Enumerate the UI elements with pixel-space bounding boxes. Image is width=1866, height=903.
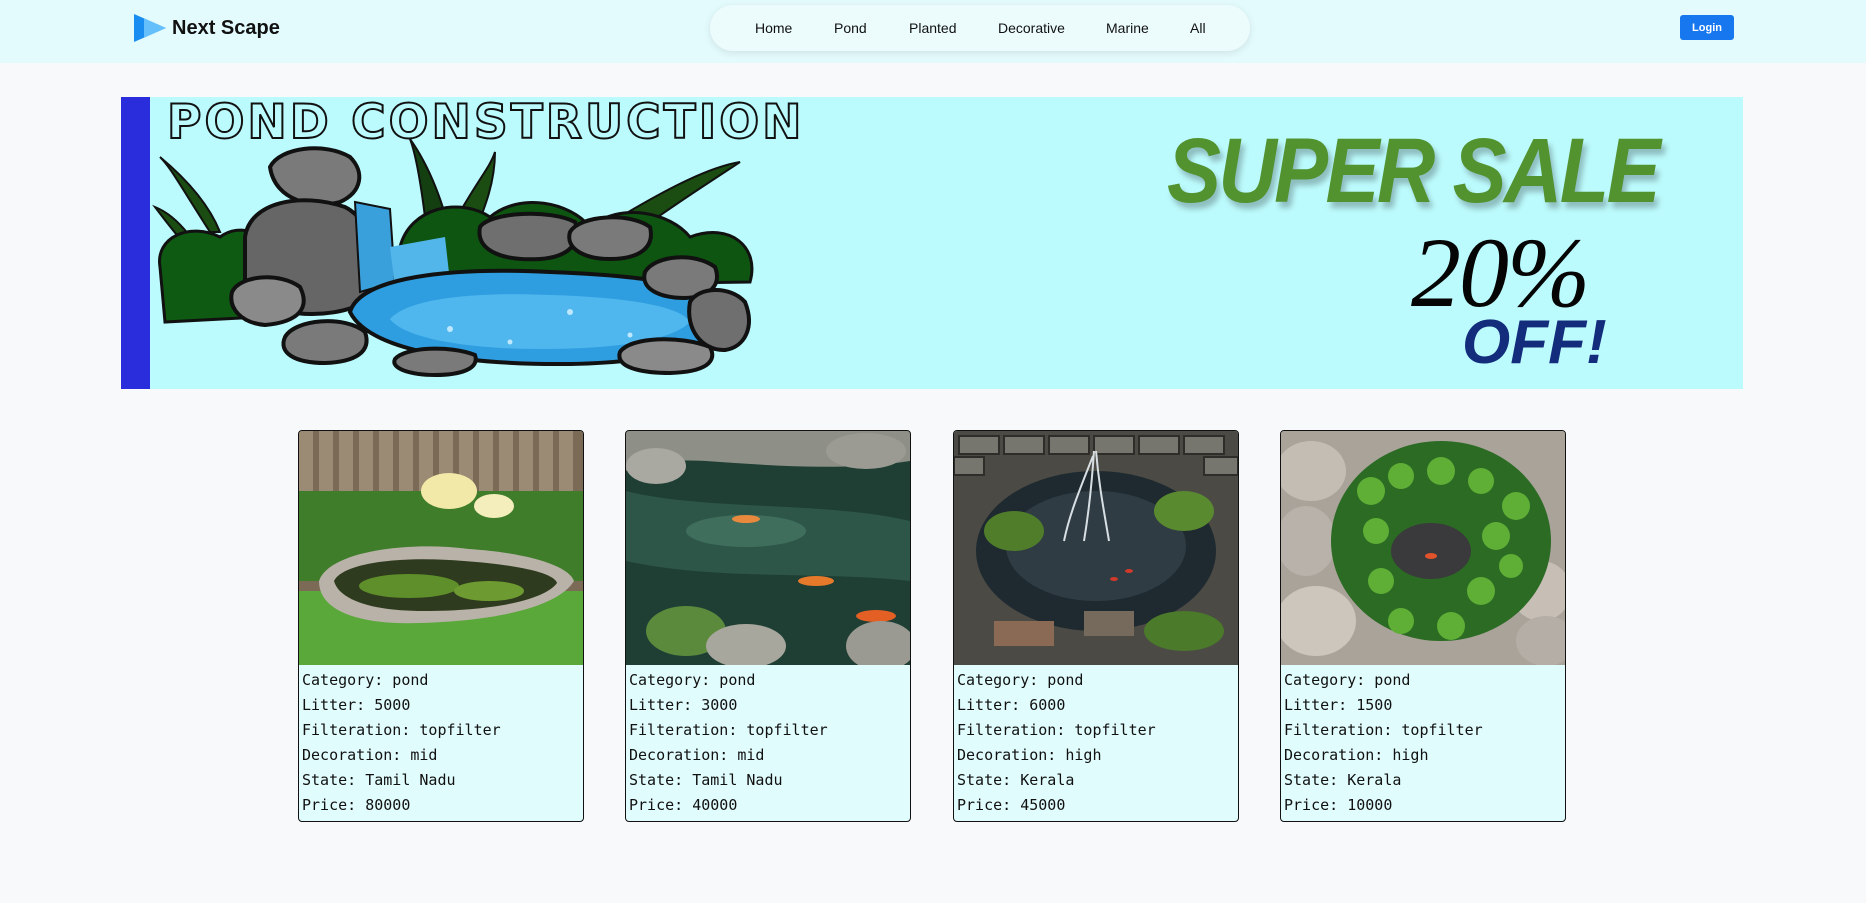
product-card[interactable]: Category: pond Litter: 5000 Filteration:… bbox=[298, 430, 584, 822]
product-price: Price: 10000 bbox=[1284, 796, 1393, 814]
product-info: Category: pond Litter: 3000 Filteration:… bbox=[629, 668, 828, 818]
product-state: State: Tamil Nadu bbox=[629, 771, 783, 789]
product-filtration: Filteration: topfilter bbox=[1284, 721, 1483, 739]
nav-planted[interactable]: Planted bbox=[909, 20, 956, 36]
product-litter: Litter: 6000 bbox=[957, 696, 1066, 714]
product-filtration: Filteration: topfilter bbox=[629, 721, 828, 739]
nav-marine[interactable]: Marine bbox=[1106, 20, 1149, 36]
product-card[interactable]: Category: pond Litter: 3000 Filteration:… bbox=[625, 430, 911, 822]
brand-name: Next Scape bbox=[172, 16, 280, 39]
nav-decorative[interactable]: Decorative bbox=[998, 20, 1065, 36]
product-category: Category: pond bbox=[629, 671, 756, 689]
nav-home[interactable]: Home bbox=[755, 20, 792, 36]
play-triangle-icon bbox=[134, 14, 166, 42]
product-litter: Litter: 3000 bbox=[629, 696, 738, 714]
product-litter: Litter: 5000 bbox=[302, 696, 411, 714]
product-price: Price: 40000 bbox=[629, 796, 738, 814]
product-price: Price: 80000 bbox=[302, 796, 411, 814]
fountain-pond-photo bbox=[954, 431, 1238, 665]
product-decoration: Decoration: mid bbox=[629, 746, 765, 764]
promo-banner[interactable]: POND CONSTRUCTION SUPER SALE 20% OFF! bbox=[121, 97, 1743, 389]
main-nav: Home Pond Planted Decorative Marine All bbox=[710, 5, 1250, 51]
super-sale-text: SUPER SALE bbox=[1167, 120, 1661, 222]
product-card[interactable]: Category: pond Litter: 1500 Filteration:… bbox=[1280, 430, 1566, 822]
banner-stripe bbox=[121, 97, 150, 389]
product-category: Category: pond bbox=[957, 671, 1084, 689]
top-navbar: Next Scape Home Pond Planted Decorative … bbox=[0, 0, 1866, 63]
brand[interactable]: Next Scape bbox=[132, 12, 280, 44]
product-card[interactable]: Category: pond Litter: 6000 Filteration:… bbox=[953, 430, 1239, 822]
product-state: State: Kerala bbox=[1284, 771, 1402, 789]
product-decoration: Decoration: high bbox=[1284, 746, 1429, 764]
nav-pond[interactable]: Pond bbox=[834, 20, 867, 36]
product-price: Price: 45000 bbox=[957, 796, 1066, 814]
product-filtration: Filteration: topfilter bbox=[957, 721, 1156, 739]
product-category: Category: pond bbox=[1284, 671, 1411, 689]
product-info: Category: pond Litter: 6000 Filteration:… bbox=[957, 668, 1156, 818]
plant-pond-photo bbox=[1281, 431, 1565, 665]
product-state: State: Kerala bbox=[957, 771, 1075, 789]
product-state: State: Tamil Nadu bbox=[302, 771, 456, 789]
product-decoration: Decoration: high bbox=[957, 746, 1102, 764]
product-decoration: Decoration: mid bbox=[302, 746, 438, 764]
koi-pond-photo bbox=[626, 431, 910, 665]
garden-pond-photo bbox=[299, 431, 583, 665]
off-text: OFF! bbox=[1462, 308, 1607, 377]
product-info: Category: pond Litter: 1500 Filteration:… bbox=[1284, 668, 1483, 818]
product-litter: Litter: 1500 bbox=[1284, 696, 1393, 714]
product-category: Category: pond bbox=[302, 671, 429, 689]
nav-all[interactable]: All bbox=[1190, 20, 1206, 36]
product-filtration: Filteration: topfilter bbox=[302, 721, 501, 739]
product-info: Category: pond Litter: 5000 Filteration:… bbox=[302, 668, 501, 818]
login-button[interactable]: Login bbox=[1680, 15, 1734, 40]
banner-title: POND CONSTRUCTION bbox=[166, 97, 805, 151]
